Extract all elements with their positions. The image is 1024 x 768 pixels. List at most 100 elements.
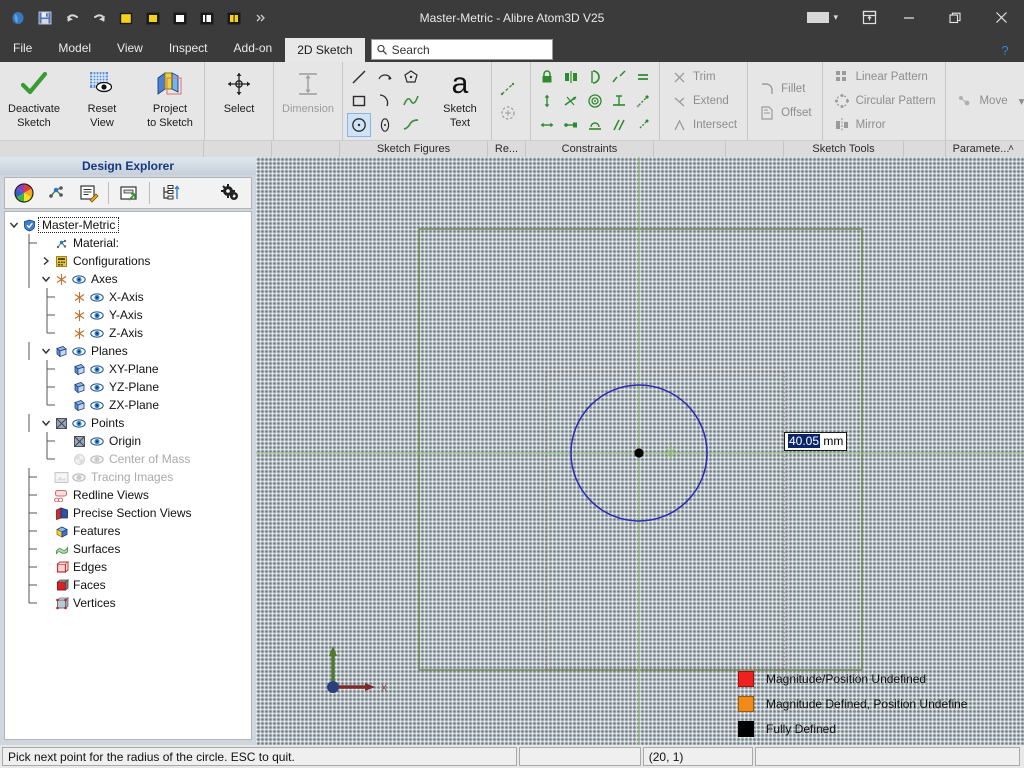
tree-node-yz-plane[interactable]: YZ-Plane <box>7 378 251 396</box>
tree-node-tracing-images[interactable]: Tracing Images <box>7 468 251 486</box>
maximize-button[interactable] <box>932 0 978 35</box>
visibility-eye-icon[interactable] <box>88 324 106 342</box>
auto-constraint-icon[interactable] <box>631 89 655 113</box>
line-tool[interactable] <box>347 65 371 89</box>
minimize-button[interactable] <box>886 0 932 35</box>
move-button[interactable]: Move ▾ <box>952 89 1024 113</box>
tree-node-surfaces[interactable]: Surfaces <box>7 540 251 558</box>
tree-node-axes[interactable]: Axes <box>7 270 251 288</box>
dimension-input[interactable]: 40.05 mm <box>784 432 848 451</box>
visibility-eye-icon[interactable] <box>88 288 106 306</box>
bspline-tool[interactable] <box>399 113 423 137</box>
search-input[interactable]: Search <box>370 39 553 60</box>
account-dropdown[interactable]: ▾ <box>807 12 838 23</box>
arc-center-tool[interactable] <box>373 65 397 89</box>
polygon-tool[interactable] <box>399 65 423 89</box>
export-panel-icon[interactable] <box>114 179 144 207</box>
sketch-viewport[interactable]: X 40.05 mm Magnitude/Position Undefined … <box>256 157 1024 745</box>
ribbon-display-options-icon[interactable] <box>852 0 886 35</box>
close-button[interactable] <box>978 0 1024 35</box>
move-chevron-down-icon[interactable]: ▾ <box>1019 94 1024 108</box>
tree-node-points[interactable]: Points <box>7 414 251 432</box>
view-iso-icon[interactable] <box>114 6 138 30</box>
tree-node-z-axis[interactable]: Z-Axis <box>7 324 251 342</box>
tree-twisty-open[interactable] <box>39 270 53 288</box>
tree-node-x-axis[interactable]: X-Axis <box>7 288 251 306</box>
coincident-constraint-icon[interactable] <box>559 113 583 137</box>
tree-twisty-open[interactable] <box>7 216 21 234</box>
notes-edit-icon[interactable] <box>73 179 103 207</box>
circle-tool[interactable] <box>347 113 371 137</box>
mirror-button[interactable]: Mirror <box>829 113 940 137</box>
tangent-arc-constraint-icon[interactable] <box>583 113 607 137</box>
tree-node-redline-views[interactable]: Redline Views <box>7 486 251 504</box>
tree-node-origin[interactable]: Origin <box>7 432 251 450</box>
reference-circle-icon[interactable] <box>496 101 520 125</box>
tree-node-features[interactable]: Features <box>7 522 251 540</box>
menu-item-model[interactable]: Model <box>45 35 104 62</box>
circular-pattern-button[interactable]: Circular Pattern <box>829 89 940 113</box>
visibility-eye-icon[interactable] <box>88 396 106 414</box>
view-right-icon[interactable] <box>195 6 219 30</box>
symmetric-constraint-icon[interactable] <box>559 65 583 89</box>
spline-tool[interactable] <box>399 89 423 113</box>
tree-node-master-metric[interactable]: Master-Metric <box>7 216 251 234</box>
view-home-icon[interactable] <box>222 6 246 30</box>
intersect-button[interactable]: Intersect <box>666 113 741 137</box>
gears-settings-icon[interactable] <box>215 179 245 207</box>
tree-node-configurations[interactable]: Configurations <box>7 252 251 270</box>
help-button[interactable]: ? <box>996 41 1014 59</box>
lock-constraint-icon[interactable] <box>535 65 559 89</box>
undo-icon[interactable] <box>60 6 84 30</box>
arc-tangent-tool[interactable] <box>373 89 397 113</box>
tree-twisty-closed[interactable] <box>39 252 53 270</box>
tree-node-planes[interactable]: Planes <box>7 342 251 360</box>
tree-node-material[interactable]: Material: <box>7 234 251 252</box>
equal-constraint-icon[interactable] <box>631 65 655 89</box>
deactivate-sketch-button[interactable]: Deactivate Sketch <box>0 62 68 140</box>
tab-2d-sketch[interactable]: 2D Sketch <box>285 38 365 62</box>
menu-item-view[interactable]: View <box>104 35 156 62</box>
visibility-eye-icon[interactable] <box>88 378 106 396</box>
visibility-eye-icon[interactable] <box>70 270 88 288</box>
rectangle-tool[interactable] <box>347 89 371 113</box>
trim-button[interactable]: Trim <box>666 65 741 89</box>
ellipse-tool[interactable] <box>373 113 397 137</box>
color-wheel-icon[interactable] <box>9 179 39 207</box>
save-icon[interactable] <box>33 6 57 30</box>
view-front-icon[interactable] <box>141 6 165 30</box>
extend-button[interactable]: Extend <box>666 89 741 113</box>
vertical-constraint-icon[interactable] <box>535 89 559 113</box>
visibility-eye-icon[interactable] <box>88 432 106 450</box>
tree-node-vertices[interactable]: Vertices <box>7 594 251 612</box>
select-button[interactable]: Select <box>205 62 273 140</box>
horizontal-align-icon[interactable] <box>607 89 631 113</box>
concentric-constraint-icon[interactable] <box>583 89 607 113</box>
reference-line-icon[interactable] <box>496 77 520 101</box>
visibility-eye-icon[interactable] <box>70 342 88 360</box>
visibility-eye-icon[interactable] <box>70 468 88 486</box>
overflow-icon[interactable] <box>249 6 273 30</box>
view-top-icon[interactable] <box>168 6 192 30</box>
visibility-eye-icon[interactable] <box>88 450 106 468</box>
collapse-ribbon-button[interactable]: ˄ <box>1002 140 1020 157</box>
linear-pattern-button[interactable]: Linear Pattern <box>829 65 940 89</box>
offset-button[interactable]: Offset <box>754 101 815 125</box>
menu-item-file[interactable]: File <box>0 35 45 62</box>
tree-node-zx-plane[interactable]: ZX-Plane <box>7 396 251 414</box>
visibility-eye-icon[interactable] <box>70 414 88 432</box>
tangent-constraint-icon[interactable] <box>583 65 607 89</box>
tree-node-edges[interactable]: Edges <box>7 558 251 576</box>
menu-item-addon[interactable]: Add-on <box>221 35 286 62</box>
dimension-button[interactable]: Dimension <box>274 62 342 140</box>
tree-twisty-open[interactable] <box>39 414 53 432</box>
app-logo-icon[interactable] <box>6 6 30 30</box>
fillet-button[interactable]: Fillet <box>754 77 815 101</box>
tree-node-faces[interactable]: Faces <box>7 576 251 594</box>
design-tree[interactable]: Master-Metric Material: Configurations Axes… <box>4 211 252 740</box>
reset-view-button[interactable]: Reset View <box>68 62 136 140</box>
tree-node-y-axis[interactable]: Y-Axis <box>7 306 251 324</box>
tree-twisty-open[interactable] <box>39 342 53 360</box>
visibility-eye-icon[interactable] <box>88 306 106 324</box>
menu-item-inspect[interactable]: Inspect <box>156 35 221 62</box>
